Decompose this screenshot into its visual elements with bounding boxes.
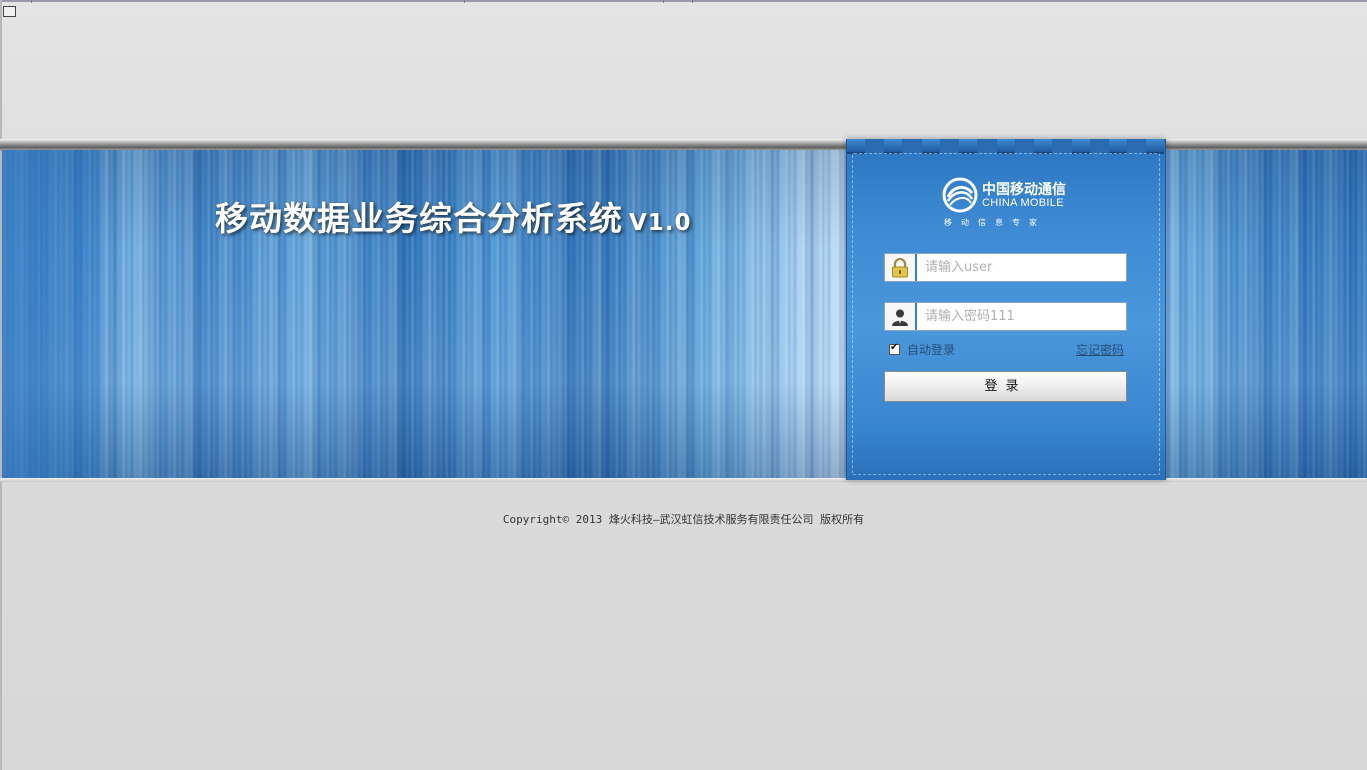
window-restore-icon[interactable] <box>3 6 16 17</box>
remember-me[interactable]: 自动登录 <box>889 341 955 358</box>
panel-tab <box>884 139 902 154</box>
china-mobile-mark-icon <box>942 177 978 213</box>
china-mobile-logo: 中国移动通信 CHINA MOBILE 移动信息专家 <box>942 177 1082 229</box>
panel-tab <box>922 139 940 154</box>
password-input[interactable] <box>925 307 1120 326</box>
panel-tab <box>1109 139 1127 154</box>
remember-label: 自动登录 <box>907 343 956 357</box>
logo-en-text: CHINA MOBILE <box>982 197 1064 209</box>
panel-tab <box>1146 139 1164 154</box>
password-field <box>884 302 1127 331</box>
top-frame <box>0 0 1367 3</box>
frame-divider <box>663 0 664 3</box>
panel-tab <box>1072 139 1090 154</box>
panel-tab <box>847 139 865 154</box>
page-title: 移动数据业务综合分析系统 V1.0 <box>215 192 692 240</box>
username-input[interactable] <box>925 258 1120 277</box>
logo-cn-text: 中国移动通信 <box>982 182 1066 198</box>
remember-checkbox[interactable] <box>889 342 900 355</box>
login-panel: 中国移动通信 CHINA MOBILE 移动信息专家 自动登录 忘记密码 登录 <box>846 139 1166 480</box>
forgot-password-link[interactable]: 忘记密码 <box>1076 341 1124 358</box>
lock-icon <box>885 254 917 281</box>
page-title-text: 移动数据业务综合分析系统 <box>215 199 623 238</box>
panel-tab <box>1034 139 1052 154</box>
login-button[interactable]: 登录 <box>884 371 1127 402</box>
version-label: V1.0 <box>629 210 692 236</box>
frame-divider <box>464 0 465 3</box>
user-silhouette-icon <box>885 303 917 330</box>
panel-tab <box>959 139 977 154</box>
frame-divider <box>31 0 32 3</box>
logo-slogan: 移动信息专家 <box>944 218 1046 227</box>
frame-divider <box>692 0 693 3</box>
panel-tab <box>997 139 1015 154</box>
copyright-text: Copyright© 2013 烽火科技—武汉虹信技术服务有限责任公司 版权所有 <box>502 513 865 526</box>
username-field <box>884 253 1127 282</box>
banner-left-fade <box>2 150 102 480</box>
